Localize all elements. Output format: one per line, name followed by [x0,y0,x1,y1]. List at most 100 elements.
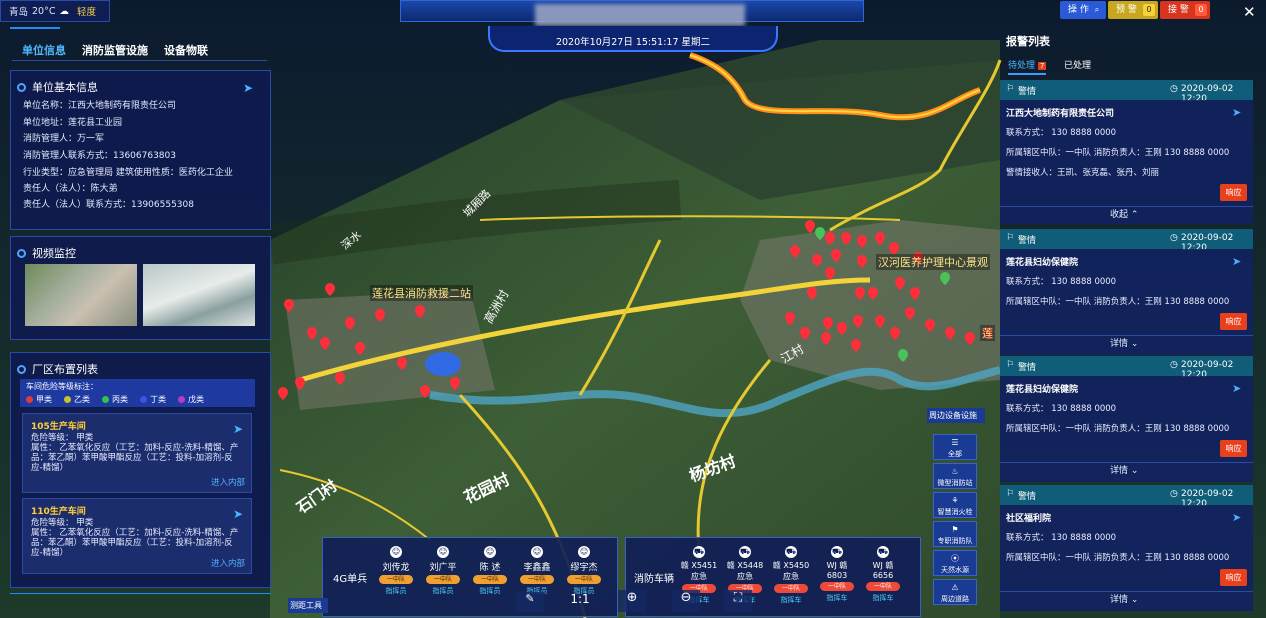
alarm-area: 所属辖区中队：一中队 消防负责人：王刚 130 8888 0000 [1006,553,1230,563]
vehicle-item[interactable]: ⛟ WJ 赣 6656 一中队 指挥车 [862,544,904,603]
toggle-label: 详情 [1110,595,1129,605]
navigate-icon[interactable]: ➤ [243,81,253,95]
vehicle-kind: 应急 [691,572,707,581]
alarm-contact: 联系方式： 130 8888 0000 [1006,404,1117,414]
tab-done[interactable]: 已处理 [1064,58,1091,71]
toggle-label: 详情 [1110,466,1129,476]
soldier-item[interactable]: ☺ 陈 述 一中队 指挥员 [472,544,508,596]
alarm-contact: 联系方式： 130 8888 0000 [1006,277,1117,287]
toggle-details-button[interactable]: 详情 ⌄ [1110,463,1138,476]
legend-label: 丁类 [150,395,166,404]
tab-unit-info[interactable]: 单位信息 [22,42,66,58]
warning-label: 预 警 [1116,5,1137,15]
enter-inside-link[interactable]: 进入内部 [211,557,245,569]
vehicle-icon: ⛟ [785,546,797,558]
workshop-name: 105生产车间 [31,422,86,432]
water-source-button[interactable]: ⦿ 天然水源 [933,550,977,576]
vehicle-role: 指挥车 [826,594,848,602]
legend-label: 乙类 [74,395,90,404]
measure-tool-button[interactable]: 测距工具 [288,598,328,613]
squad-tag: 一中队 [473,575,507,584]
vehicle-plate: WJ 赣 [826,561,848,570]
soldier-item[interactable]: ☺ 缪宇杰 一中队 指挥员 [566,544,602,596]
alarm-unit-name: 江西大地制药有限责任公司 [1006,109,1115,119]
tab-device-iot[interactable]: 设备物联 [164,42,208,58]
respond-button[interactable]: 响应 [1220,569,1247,586]
fullscreen-icon[interactable]: ⛶ [724,590,752,612]
respond-button[interactable]: 响应 [1220,184,1247,201]
soldier-name: 李鑫鑫 [523,563,551,573]
vehicle-item[interactable]: ⛟ WJ 赣 6803 一中队 指挥车 [816,544,858,603]
workshop-card[interactable]: 110生产车间 ➤ 危险等级： 甲类 属性： 乙苯氧化反应（工艺：加料-反应-洗… [22,498,252,574]
facility-label: 全部 [948,450,962,458]
search-icon: ⌕ [1094,5,1100,14]
unit-line: 消防管理人：万一军 [23,134,105,144]
vehicle-item[interactable]: ⛟ 赣 X5450 应急 一中队 指挥车 [770,544,812,605]
vehicle-plate: WJ 赣 [872,561,894,570]
chevron-icon: ⌄ [1130,339,1139,349]
alarm-card-body: 社区福利院 ➤ 联系方式： 130 8888 0000 所属辖区中队：一中队 消… [1000,505,1253,611]
vehicle-title: 消防车辆 [634,574,674,585]
video-thumbnail-2[interactable] [143,264,255,326]
micro-station-button[interactable]: ♨ 微型消防站 [933,463,977,489]
facility-all-button[interactable]: ☰ 全部 [933,434,977,460]
soldier-item[interactable]: ☺ 刘传龙 一中队 指挥员 [378,544,414,596]
person-icon: ☺ [437,546,449,558]
tab-fire-supervision[interactable]: 消防监管设施 [82,42,148,58]
close-icon[interactable]: ✕ [1243,3,1256,21]
facility-icon: ⦿ [951,554,959,563]
video-thumbnail-1[interactable] [25,264,137,326]
pending-count: 7 [1037,62,1047,70]
enter-inside-link[interactable]: 进入内部 [211,476,245,488]
vehicle-kind: 应急 [783,572,799,581]
nearby-road-button[interactable]: ⚠ 周边道路 [933,579,977,605]
unit-line: 责任人（法人）：陈大弟 [23,184,118,194]
operation-label: 操 作 [1068,5,1089,15]
vehicle-plate: 赣 X5450 [772,561,810,570]
person-icon: ☺ [484,546,496,558]
workshop-level: 危险等级： 甲类 [31,433,94,443]
draw-icon[interactable]: ✎ [516,592,544,612]
toggle-details-button[interactable]: 详情 ⌄ [1110,592,1138,605]
left-bottom-bar [10,593,271,594]
unit-line: 行业类型：应急管理局 建筑使用性质：医药化工企业 [23,168,233,178]
squad-tag: 一中队 [379,575,413,584]
tab-pending[interactable]: 待处理 7 [1008,58,1047,75]
workshop-card[interactable]: 105生产车间 ➤ 危险等级： 甲类 属性： 乙苯氧化反应（工艺：加料-反应-洗… [22,413,252,493]
toggle-details-button[interactable]: 详情 ⌄ [1110,336,1138,349]
chevron-icon: ⌄ [1130,466,1139,476]
unit-line: 消防管理人联系方式：13606763803 [23,151,176,161]
respond-button[interactable]: 响应 [1220,440,1247,457]
tab-pending-label: 待处理 [1008,61,1036,71]
soldier-item[interactable]: ☺ 刘广平 一中队 指挥员 [425,544,461,596]
operation-button[interactable]: 操 作 ⌕ [1060,1,1106,19]
fire-brigade-button[interactable]: ⚑ 专职消防队 [933,521,977,547]
navigate-icon[interactable]: ➤ [1232,382,1241,395]
person-icon: ☺ [531,546,543,558]
facility-label: 专职消防队 [937,537,973,545]
zoom-in-icon[interactable]: ⊕ [618,590,646,612]
vehicle-plate: 赣 X5448 [726,561,764,570]
legend-item: 甲类 [26,394,52,405]
smart-hydrant-button[interactable]: ⚘ 智慧消火栓 [933,492,977,518]
legend-label: 戊类 [188,395,204,404]
warning-button[interactable]: 预 警 0 [1108,1,1158,19]
respond-button[interactable]: 响应 [1220,313,1247,330]
legend-item: 丙类 [102,394,128,405]
legend-row: 甲类 乙类 丙类 丁类 戊类 [26,394,249,405]
header-datetime: 2020年10月27日 15:51:17 星期二 [555,37,711,48]
zoom-out-icon[interactable]: ⊖ [672,590,700,612]
toggle-details-button[interactable]: 收起 ⌃ [1110,207,1138,220]
navigate-icon[interactable]: ➤ [1232,511,1241,524]
section-dot-icon [17,82,26,92]
scale-reset-button[interactable]: 1:1 [565,592,595,612]
alarm-type: 警情 [1018,363,1037,373]
navigate-icon[interactable]: ➤ [1232,255,1241,268]
navigate-icon[interactable]: ➤ [1232,106,1241,119]
soldier-name: 刘传龙 [382,563,410,573]
alarm-button[interactable]: 接 警 0 [1160,1,1210,19]
legend-label: 甲类 [36,395,52,404]
alarm-card-header: ⚐ 警情 ◷ 2020-09-02 12:20 [1000,485,1253,509]
facility-icon: ⚑ [951,525,959,534]
soldier-item[interactable]: ☺ 李鑫鑫 一中队 指挥员 [519,544,555,596]
